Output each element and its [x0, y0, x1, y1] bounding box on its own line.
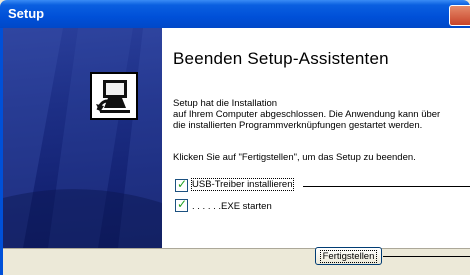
finish-instruction-text: Klicken Sie auf "Fertigstellen", um das … [173, 152, 416, 163]
completion-text-line-3: die installierten Programmverknüpfungen … [173, 120, 423, 131]
usb-driver-label[interactable]: USB-Treiber installieren [191, 178, 294, 191]
completion-text-line-2: auf Ihrem Computer abgeschlossen. Die An… [173, 109, 441, 120]
title-bar[interactable]: Setup [0, 0, 470, 28]
computer-install-icon [90, 72, 138, 120]
sidebar-graphic [3, 28, 162, 248]
exe-start-label[interactable]: . . . . . .EXE starten [192, 201, 272, 212]
usb-driver-checkbox[interactable]: ✓ [175, 177, 188, 192]
window-title: Setup [8, 6, 45, 21]
exe-start-checkbox[interactable]: ✓ [175, 197, 188, 212]
button-pointer-line [383, 256, 470, 257]
separator-line [303, 186, 470, 187]
setup-window: Setup Beenden Setup-Assistenten Setup ha… [0, 0, 470, 275]
close-icon[interactable] [449, 5, 470, 26]
finish-button-label: Fertigstellen [319, 250, 378, 263]
button-bar [3, 248, 470, 275]
computer-install-glyph [92, 74, 136, 118]
checkmark-icon: ✓ [177, 197, 188, 211]
wizard-sidebar-banner [3, 28, 162, 248]
completion-text-line-1: Setup hat die Installation [173, 98, 278, 109]
page-title: Beenden Setup-Assistenten [173, 49, 389, 68]
finish-button[interactable]: Fertigstellen [315, 247, 382, 265]
wizard-content: Beenden Setup-Assistenten Setup hat die … [162, 28, 470, 248]
checkmark-icon: ✓ [177, 177, 188, 191]
